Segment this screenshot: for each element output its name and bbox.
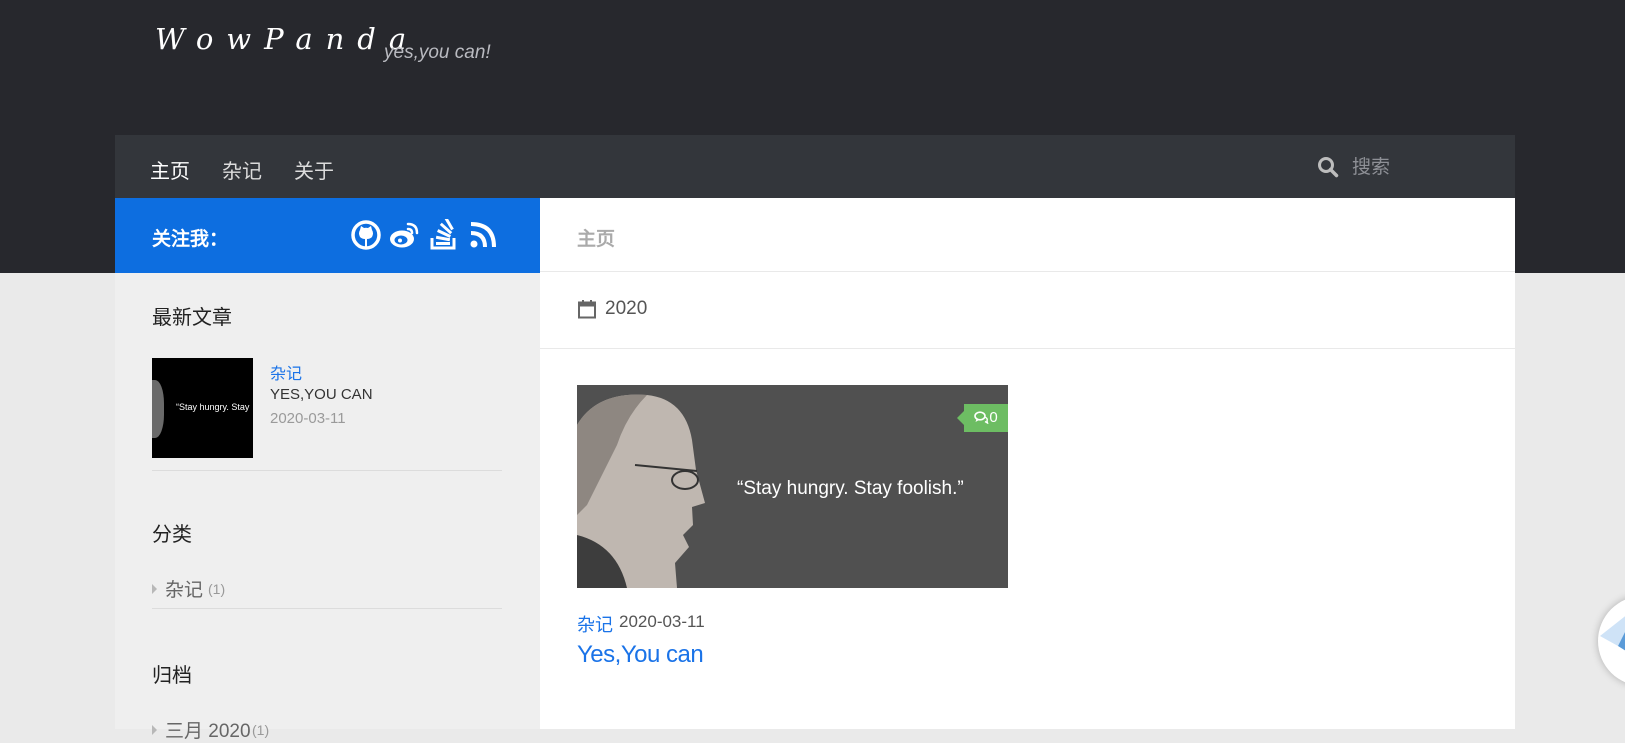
portrait-illustration xyxy=(577,394,705,588)
recent-post-category[interactable]: 杂记 xyxy=(270,360,302,384)
rss-icon[interactable] xyxy=(467,219,499,251)
recent-post-thumbnail[interactable]: “Stay hungry. Stay xyxy=(152,358,253,458)
caret-right-icon xyxy=(152,584,157,594)
category-link[interactable]: 杂记 xyxy=(165,575,203,602)
comments-icon xyxy=(974,411,989,425)
paper-plane-icon xyxy=(1600,616,1625,651)
thumbnail-quote: “Stay hungry. Stay xyxy=(176,402,250,412)
recent-post-date: 2020-03-11 xyxy=(270,410,346,427)
divider xyxy=(540,271,1515,272)
stackoverflow-icon[interactable] xyxy=(427,219,459,251)
divider xyxy=(152,608,502,609)
archive-count: (1) xyxy=(252,722,270,738)
site-tagline: yes,you can! xyxy=(384,42,491,63)
post-title-link[interactable]: Yes,You can xyxy=(577,641,704,669)
search-input[interactable] xyxy=(1350,150,1504,186)
floating-widget[interactable] xyxy=(1598,596,1625,686)
site-title[interactable]: WowPanda xyxy=(155,22,419,56)
archive-heading: 2020 xyxy=(605,298,648,319)
archives-title: 归档 xyxy=(152,665,192,687)
follow-bar: 关注我： xyxy=(115,198,540,273)
sidebar: 最新文章 “Stay hungry. Stay 杂记 YES,YOU CAN 2… xyxy=(115,273,540,742)
categories-title: 分类 xyxy=(152,524,192,546)
main-nav: 主页 杂记 关于 xyxy=(115,135,1515,198)
image-quote: “Stay hungry. Stay foolish.” xyxy=(737,478,964,499)
category-count: (1) xyxy=(208,581,226,597)
recent-posts-title: 最新文章 xyxy=(152,307,232,329)
page-title: 主页 xyxy=(577,229,616,250)
nav-item-home[interactable]: 主页 xyxy=(150,155,190,184)
post-category-link[interactable]: 杂记 xyxy=(577,611,613,637)
post-featured-image[interactable]: “Stay hungry. Stay foolish.” 0 xyxy=(577,385,1008,588)
recent-post-title[interactable]: YES,YOU CAN xyxy=(270,386,373,403)
follow-label: 关注我： xyxy=(152,229,229,250)
calendar-icon xyxy=(578,300,596,319)
github-icon[interactable] xyxy=(350,219,382,251)
nav-item-notes[interactable]: 杂记 xyxy=(222,155,262,184)
thumbnail-portrait xyxy=(152,380,164,438)
caret-right-icon xyxy=(152,725,157,735)
main-content: 主页 2020 “Stay hungry. Stay foolish.” 0 杂… xyxy=(540,198,1515,729)
comment-count-badge[interactable]: 0 xyxy=(957,404,1008,432)
divider xyxy=(540,348,1515,349)
post-date: 2020-03-11 xyxy=(619,612,705,631)
search-icon[interactable] xyxy=(1317,156,1339,178)
divider xyxy=(152,470,502,471)
archive-link[interactable]: 三月 2020 xyxy=(165,716,251,743)
nav-item-about[interactable]: 关于 xyxy=(294,155,334,184)
comment-count: 0 xyxy=(989,409,998,426)
weibo-icon[interactable] xyxy=(388,219,420,251)
